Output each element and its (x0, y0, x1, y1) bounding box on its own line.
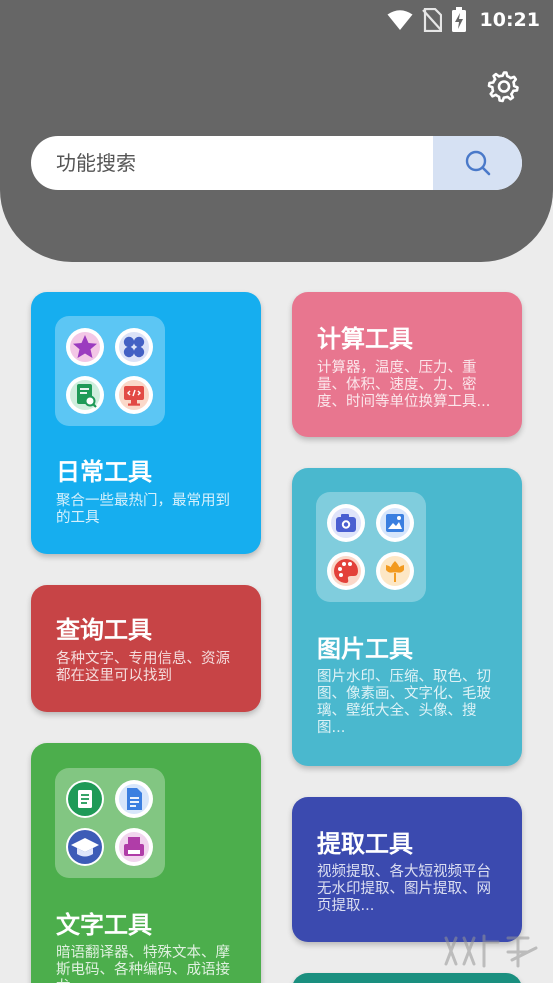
card-query-tools[interactable]: 查询工具 各种文字、专用信息、资源都在这里可以找到 (31, 585, 261, 712)
notes-icon (66, 780, 104, 818)
card-description: 图片水印、压缩、取色、切图、像素画、文字化、毛玻璃、壁纸大全、头像、搜图... (317, 669, 491, 736)
card-description: 计算器，温度、压力、重量、体积、速度、力、密度、时间等单位换算工具... (317, 360, 491, 410)
wifi-icon (387, 10, 413, 30)
code-monitor-icon (115, 376, 153, 414)
card-description: 聚合一些最热门，最常用到的工具 (56, 493, 230, 526)
header: 10:21 (0, 0, 553, 262)
card-image-tools[interactable]: 图片工具 图片水印、压缩、取色、切图、像素画、文字化、毛玻璃、壁纸大全、头像、搜… (292, 468, 522, 766)
card-title: 查询工具 (56, 616, 152, 644)
picture-icon (376, 504, 414, 542)
clover-icon (115, 328, 153, 366)
status-time: 10:21 (479, 9, 540, 31)
status-bar: 10:21 (0, 0, 553, 40)
search-input[interactable] (31, 136, 433, 190)
star-icon (66, 328, 104, 366)
card-description: 暗语翻译器、特殊文本、摩斯电码、各种编码、成语接龙 (56, 945, 230, 983)
watermark-logo (444, 934, 538, 968)
card-title: 文字工具 (56, 911, 152, 939)
card-calc-tools[interactable]: 计算工具 计算器，温度、压力、重量、体积、速度、力、密度、时间等单位换算工具..… (292, 292, 522, 437)
card-title: 图片工具 (317, 635, 413, 663)
app-screen: 10:21 功能搜索 日常工具 聚合一些最热门，最常用到的工具 查询工具 各种文… (0, 0, 553, 983)
palette-icon (327, 552, 365, 590)
card-daily-tools[interactable]: 日常工具 聚合一些最热门，最常用到的工具 (31, 292, 261, 554)
card-extract-tools[interactable]: 提取工具 视频提取、各大短视频平台无水印提取、图片提取、网页提取... (292, 797, 522, 942)
card-title: 计算工具 (317, 325, 413, 353)
battery-charging-icon (451, 7, 466, 32)
icon-group (55, 768, 165, 878)
icon-group (55, 316, 165, 426)
document-search-icon (66, 376, 104, 414)
icon-group (316, 492, 426, 602)
card-title: 日常工具 (56, 458, 152, 486)
search-bar (31, 136, 522, 190)
card-text-tools[interactable]: 文字工具 暗语翻译器、特殊文本、摩斯电码、各种编码、成语接龙 (31, 743, 261, 983)
card-title: 提取工具 (317, 830, 413, 858)
search-button[interactable] (433, 136, 522, 190)
file-icon (115, 780, 153, 818)
printer-icon (115, 828, 153, 866)
no-sim-icon (421, 8, 442, 32)
graduation-cap-icon (66, 828, 104, 866)
card-description: 视频提取、各大短视频平台无水印提取、图片提取、网页提取... (317, 864, 491, 914)
card-description: 各种文字、专用信息、资源都在这里可以找到 (56, 651, 230, 684)
search-icon (465, 150, 490, 176)
flower-icon (376, 552, 414, 590)
camera-icon (327, 504, 365, 542)
gear-icon[interactable] (486, 68, 522, 104)
